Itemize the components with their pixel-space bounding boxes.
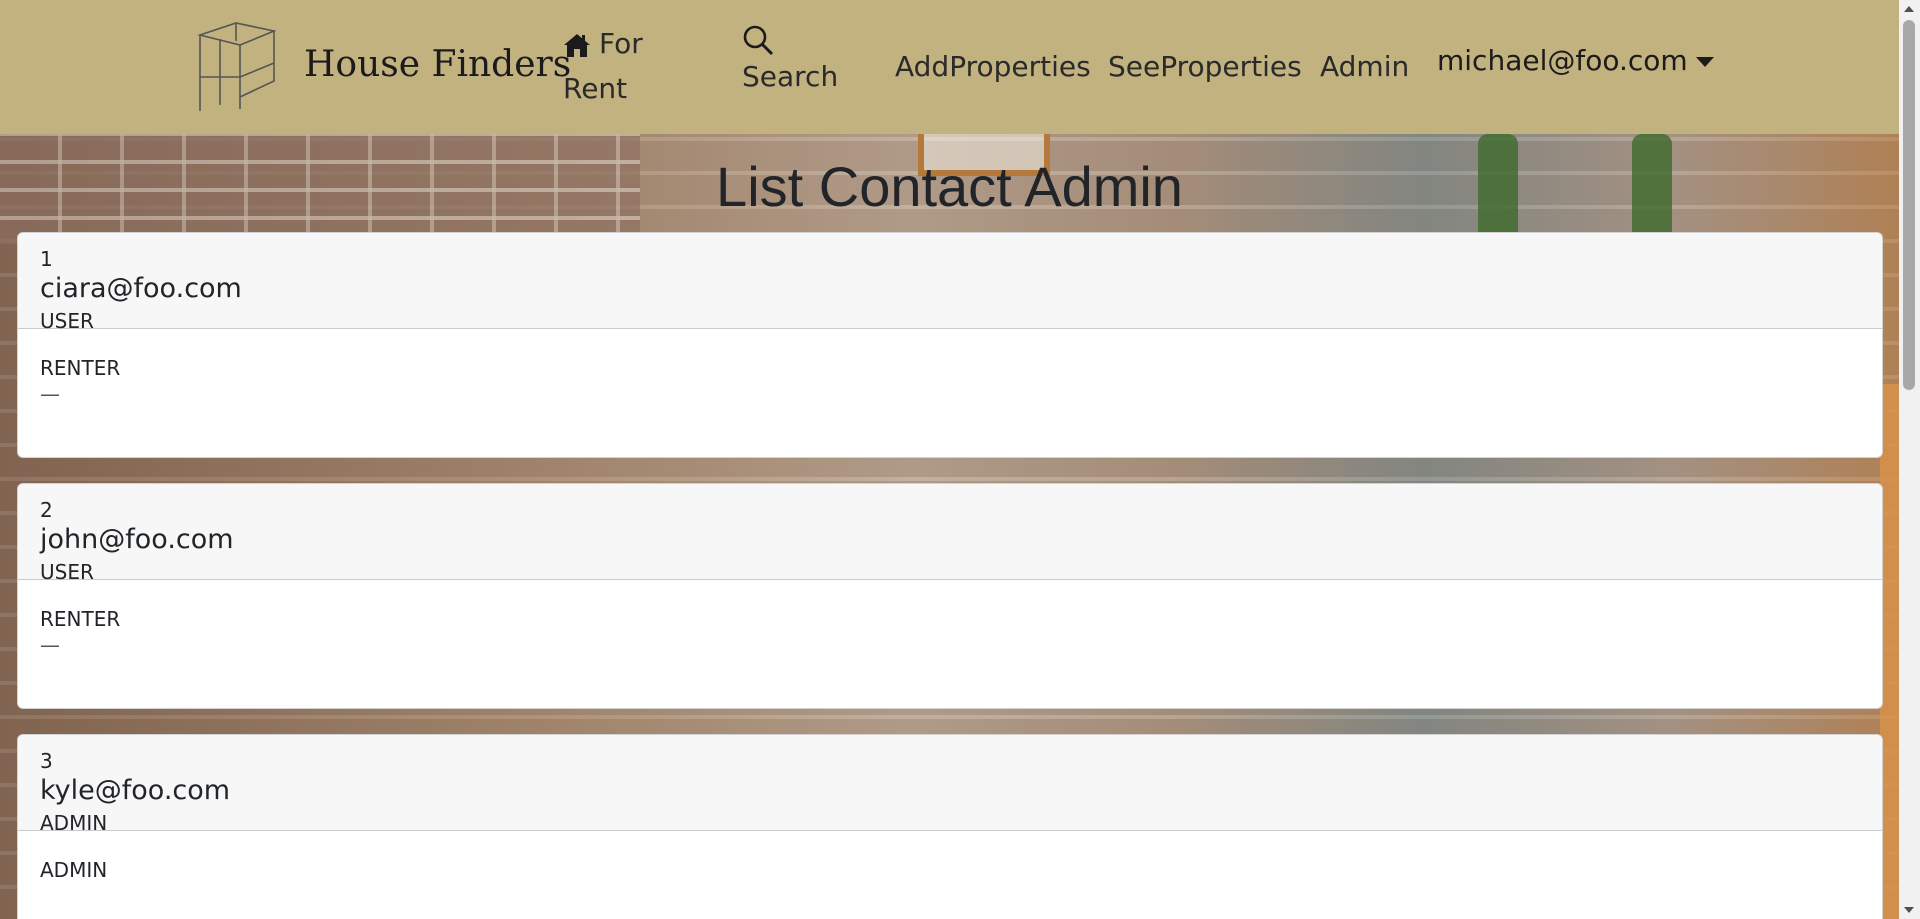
nav-admin[interactable]: Admin <box>1320 44 1409 89</box>
contact-email: ciara@foo.com <box>40 273 242 304</box>
contact-type: ADMIN <box>40 858 108 882</box>
card-header: 3 kyle@foo.com ADMIN <box>18 735 1882 835</box>
page-title: List Contact Admin <box>716 155 1183 218</box>
scrollbar-thumb[interactable] <box>1903 20 1915 390</box>
caret-down-icon <box>1695 57 1714 67</box>
contact-note: — <box>40 633 60 657</box>
nav-search-label: Search <box>742 60 839 93</box>
card-header: 2 john@foo.com USER <box>18 484 1882 584</box>
card-header: 1 ciara@foo.com USER <box>18 233 1882 333</box>
contact-email: kyle@foo.com <box>40 775 231 806</box>
card-body: RENTER — <box>18 580 1882 708</box>
contact-id: 1 <box>40 247 53 271</box>
contact-card: 3 kyle@foo.com ADMIN ADMIN <box>17 734 1883 919</box>
contact-card: 1 ciara@foo.com USER RENTER — <box>17 232 1883 458</box>
scroll-up-arrow-icon[interactable] <box>1904 6 1914 12</box>
card-body: ADMIN <box>18 831 1882 919</box>
contact-email: john@foo.com <box>40 524 234 555</box>
house-frame-logo-icon <box>197 22 277 111</box>
card-body: RENTER — <box>18 329 1882 457</box>
contact-id: 3 <box>40 749 53 773</box>
navbar: House Finders For Rent Search AddPropert… <box>0 0 1899 134</box>
vertical-scrollbar[interactable] <box>1899 0 1920 919</box>
brand[interactable]: House Finders <box>196 20 571 114</box>
user-email: michael@foo.com <box>1437 44 1688 77</box>
user-dropdown[interactable]: michael@foo.com <box>1437 44 1714 77</box>
contact-type: RENTER <box>40 607 121 631</box>
search-icon <box>743 25 774 56</box>
hero-background: List Contact Admin 1 ciara@foo.com USER … <box>0 134 1899 919</box>
nav-search[interactable]: Search <box>742 21 882 99</box>
nav-see-properties[interactable]: SeeProperties <box>1108 44 1302 89</box>
nav-add-properties[interactable]: AddProperties <box>895 44 1091 89</box>
page: House Finders For Rent Search AddPropert… <box>0 0 1899 919</box>
contact-card: 2 john@foo.com USER RENTER — <box>17 483 1883 709</box>
nav-for-rent[interactable]: For Rent <box>563 21 703 111</box>
contact-id: 2 <box>40 498 53 522</box>
scroll-down-arrow-icon[interactable] <box>1904 907 1914 913</box>
contact-note: — <box>40 382 60 406</box>
brand-name: House Finders <box>304 44 572 85</box>
contact-type: RENTER <box>40 356 121 380</box>
house-icon <box>564 34 590 57</box>
